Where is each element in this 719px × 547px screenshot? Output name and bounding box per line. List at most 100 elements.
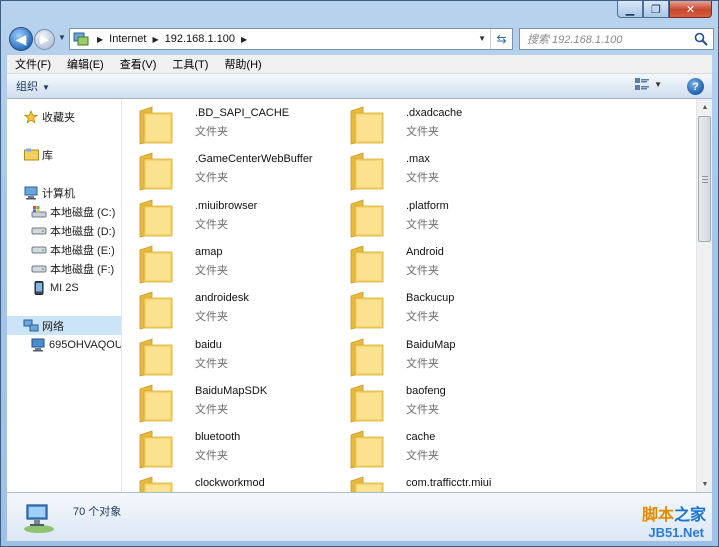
drive-icon — [31, 242, 47, 258]
scroll-up-button[interactable]: ▲ — [697, 99, 713, 115]
folder-item[interactable]: bluetooth 文件夹 — [138, 427, 348, 471]
search-input[interactable]: 搜索 192.168.1.100 — [519, 28, 714, 50]
nav-drive-c[interactable]: 本地磁盘 (C:) — [7, 202, 121, 221]
nav-favorites-label: 收藏夹 — [42, 111, 75, 124]
network-location-icon — [71, 29, 91, 49]
chevron-down-icon: ▼ — [654, 79, 662, 89]
address-bar[interactable]: ▶ Internet ▶ 192.168.1.100 ▶ ▼ ⇆ — [69, 28, 513, 50]
search-icon[interactable] — [694, 32, 708, 46]
nav-drive-f[interactable]: 本地磁盘 (F:) — [7, 259, 121, 278]
folder-item[interactable]: baofeng 文件夹 — [349, 381, 559, 425]
computer-icon — [31, 337, 46, 353]
change-view-button[interactable]: ▼ — [635, 78, 662, 90]
menu-file[interactable]: 文件(F) — [7, 56, 59, 72]
content-area: 收藏夹 库 计算机 本地磁盘 (C:) 本地磁盘 (D:) 本地磁盘 (E:) … — [7, 99, 712, 492]
folder-icon — [350, 199, 384, 238]
folder-item[interactable]: cache 文件夹 — [349, 427, 559, 471]
close-button[interactable]: ✕ — [669, 1, 712, 18]
nav-drive-d[interactable]: 本地磁盘 (D:) — [7, 221, 121, 240]
drive-icon — [31, 223, 47, 239]
help-button[interactable]: ? — [687, 78, 704, 95]
nav-network[interactable]: 网络 — [7, 316, 121, 335]
view-details-icon — [635, 78, 650, 90]
breadcrumb-separator[interactable]: ▶ — [241, 35, 247, 44]
recent-pages-dropdown[interactable]: ▼ — [58, 33, 66, 42]
organize-button[interactable]: 组织 ▼ — [16, 78, 50, 94]
breadcrumb-internet[interactable]: Internet — [109, 33, 146, 45]
folder-name: .dxadcache — [406, 107, 463, 119]
nav-drive-label: 本地磁盘 (C:) — [50, 206, 116, 219]
forward-button[interactable]: ▶ — [34, 29, 55, 50]
explorer-window: ▁ ❐ ✕ ◀ ▶ ▼ ▶ Internet ▶ 192.168.1.100 ▶… — [0, 0, 719, 547]
arrow-left-icon: ◀ — [15, 30, 27, 47]
maximize-button[interactable]: ❐ — [643, 1, 669, 18]
folder-type: 文件夹 — [406, 264, 439, 277]
folder-item[interactable]: Backucup 文件夹 — [349, 288, 559, 332]
folder-item[interactable]: .GameCenterWebBuffer 文件夹 — [138, 149, 348, 193]
nav-network-label: 网络 — [42, 320, 64, 333]
folder-icon — [350, 106, 384, 145]
refresh-icon: ⇆ — [496, 32, 507, 46]
breadcrumb-separator[interactable]: ▶ — [97, 35, 103, 44]
breadcrumb-host[interactable]: 192.168.1.100 — [165, 33, 235, 45]
menu-view[interactable]: 查看(V) — [112, 56, 165, 72]
command-bar: 组织 ▼ ▼ ? — [7, 74, 712, 99]
nav-libraries[interactable]: 库 — [7, 145, 121, 164]
folder-item[interactable]: androidesk 文件夹 — [138, 288, 348, 332]
folder-type: 文件夹 — [195, 218, 228, 231]
computer-icon — [23, 185, 39, 201]
folder-icon — [139, 245, 173, 284]
caption-buttons: ▁ ❐ ✕ — [617, 1, 712, 18]
folder-item[interactable]: amap 文件夹 — [138, 242, 348, 286]
folder-type: 文件夹 — [195, 126, 228, 138]
folder-icon — [139, 291, 173, 330]
menu-help[interactable]: 帮助(H) — [216, 56, 269, 72]
nav-device-mi2s[interactable]: MI 2S — [7, 278, 121, 297]
folder-name: baidu — [195, 338, 222, 351]
nav-computer[interactable]: 计算机 — [7, 183, 121, 202]
folder-item[interactable]: BaiduMap 文件夹 — [349, 335, 559, 379]
refresh-button[interactable]: ⇆ — [490, 29, 512, 49]
folder-name: Backucup — [406, 292, 455, 305]
folder-item[interactable]: .miuibrowser 文件夹 — [138, 196, 348, 240]
folder-item[interactable]: .dxadcache 文件夹 — [349, 103, 559, 147]
chevron-down-icon: ▼ — [42, 83, 50, 92]
scroll-thumb[interactable] — [698, 116, 711, 242]
watermark-text-b: 之家 — [673, 507, 706, 524]
nav-network-host[interactable]: 695OHVAQOU — [7, 335, 121, 354]
file-list: .BD_SAPI_CACHE 文件夹 .dxadcache 文件夹 .GameCente… — [123, 99, 698, 492]
nav-drive-label: 本地磁盘 (E:) — [50, 244, 115, 257]
phone-icon — [31, 280, 47, 296]
folder-name: BaiduMap — [406, 338, 456, 351]
nav-favorites[interactable]: 收藏夹 — [7, 107, 121, 126]
folder-item[interactable]: BaiduMapSDK 文件夹 — [138, 381, 348, 425]
folder-icon — [139, 106, 173, 145]
folder-name: bluetooth — [195, 431, 241, 444]
breadcrumb-separator[interactable]: ▶ — [152, 35, 158, 44]
address-history-dropdown[interactable]: ▼ — [478, 34, 486, 43]
folder-item[interactable]: clockworkmod — [138, 473, 348, 492]
folder-item[interactable]: .platform 文件夹 — [349, 196, 559, 240]
folder-item[interactable]: com.trafficctr.miui — [349, 473, 559, 492]
menu-tools[interactable]: 工具(T) — [164, 56, 216, 72]
menu-bar: 文件(F) 编辑(E) 查看(V) 工具(T) 帮助(H) — [7, 55, 712, 74]
nav-computer-label: 计算机 — [42, 187, 75, 200]
menu-edit[interactable]: 编辑(E) — [59, 56, 112, 72]
nav-drive-e[interactable]: 本地磁盘 (E:) — [7, 240, 121, 259]
folder-type: 文件夹 — [195, 403, 228, 416]
scroll-down-button[interactable]: ▼ — [697, 476, 713, 492]
folder-item[interactable]: Android 文件夹 — [349, 242, 559, 286]
nav-libraries-label: 库 — [42, 149, 53, 162]
folder-item[interactable]: .BD_SAPI_CACHE 文件夹 — [138, 103, 348, 147]
folder-type: 文件夹 — [406, 403, 439, 416]
folder-icon — [139, 337, 173, 377]
folder-icon — [139, 430, 173, 469]
nav-drive-label: 本地磁盘 (F:) — [50, 263, 115, 276]
folder-icon — [350, 337, 384, 377]
back-button[interactable]: ◀ — [9, 27, 33, 51]
vertical-scrollbar[interactable]: ▲ ▼ — [696, 99, 712, 492]
folder-type: 文件夹 — [195, 264, 228, 277]
folder-item[interactable]: .max 文件夹 — [349, 149, 559, 193]
minimize-button[interactable]: ▁ — [617, 1, 643, 18]
folder-item[interactable]: baidu 文件夹 — [138, 335, 348, 379]
